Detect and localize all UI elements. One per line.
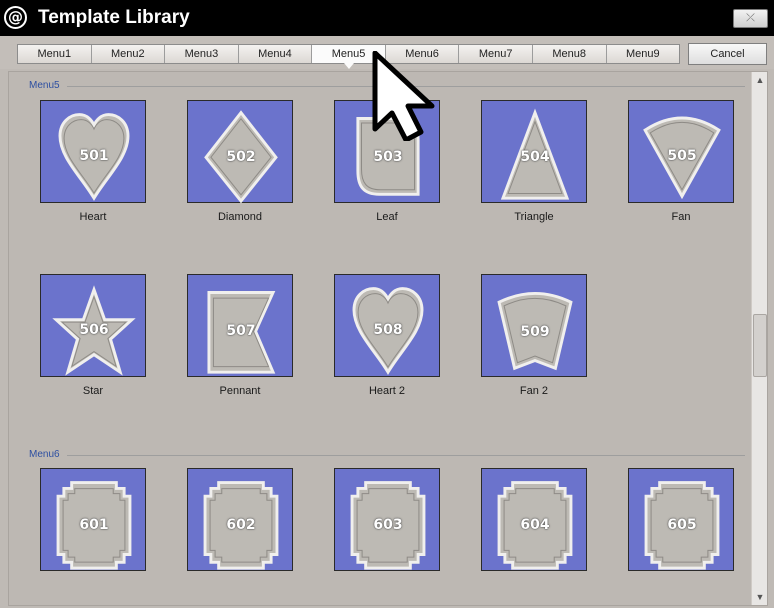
template-card-601[interactable]: 601 [40, 468, 146, 571]
template-number: 507 [226, 323, 256, 339]
template-card-505[interactable]: 505 [628, 100, 734, 203]
template-card-502[interactable]: 502 [187, 100, 293, 204]
template-card-507[interactable]: 507 [187, 274, 293, 377]
section-divider [67, 455, 745, 456]
tab-menu7[interactable]: Menu7 [459, 45, 533, 63]
template-card-604[interactable]: 604 [481, 468, 587, 571]
template-label: Fan [671, 211, 691, 223]
mouse-cursor-icon [372, 51, 435, 141]
template-number: 602 [226, 517, 256, 533]
template-number: 605 [667, 517, 697, 533]
template-number: 601 [79, 517, 109, 533]
scroll-down-arrow-icon[interactable]: ▼ [752, 589, 767, 605]
template-number: 505 [667, 148, 697, 164]
section-header: Menu6 [29, 449, 60, 460]
template-label: Triangle [514, 211, 554, 223]
template-card-602[interactable]: 602 [187, 468, 293, 571]
template-card-508[interactable]: 508 [334, 274, 440, 377]
tab-menu8[interactable]: Menu8 [532, 45, 607, 63]
template-card-501[interactable]: 501 [40, 100, 146, 203]
template-card-605[interactable]: 605 [628, 468, 734, 571]
cancel-button[interactable]: Cancel [688, 43, 767, 65]
template-label: Heart [79, 211, 107, 223]
template-card-603[interactable]: 603 [334, 468, 440, 571]
close-button[interactable]: ⤫ [733, 9, 768, 28]
template-number: 504 [520, 149, 550, 165]
tab-menu3[interactable]: Menu3 [165, 45, 239, 63]
template-label: Pennant [219, 385, 261, 397]
tab-menu9[interactable]: Menu9 [606, 45, 680, 63]
template-number: 508 [373, 322, 403, 338]
tab-menu1[interactable]: Menu1 [18, 45, 92, 63]
scroll-thumb[interactable] [753, 314, 767, 377]
app-logo-icon: @ [4, 6, 27, 29]
template-number: 509 [520, 324, 550, 340]
menu-tabs: Menu1 Menu2 Menu3 Menu4 Menu5 Menu6 Menu7 Menu8… [17, 44, 680, 69]
template-label: Fan 2 [519, 385, 549, 397]
template-number: 501 [79, 148, 109, 164]
template-number: 603 [373, 517, 403, 533]
template-number: 604 [520, 517, 550, 533]
window-title: Template Library [38, 7, 190, 28]
close-icon: ⤫ [746, 12, 755, 24]
template-grid: ▲ ▼ Menu5 501 Heart 502 Diamond 503 Leaf 504 Tri… [8, 71, 768, 606]
template-label: Heart 2 [368, 385, 406, 397]
template-label: Leaf [376, 211, 398, 223]
tab-menu4[interactable]: Menu4 [238, 45, 313, 63]
template-card-509[interactable]: 509 [481, 274, 587, 377]
template-label: Star [82, 385, 104, 397]
template-card-506[interactable]: 506 [40, 274, 146, 377]
template-label: Diamond [217, 211, 263, 223]
template-number: 503 [373, 149, 403, 165]
template-card-504[interactable]: 504 [481, 100, 587, 203]
tab-menu2[interactable]: Menu2 [91, 45, 166, 63]
vertical-scrollbar[interactable]: ▲ ▼ [751, 72, 767, 605]
section-header: Menu5 [29, 80, 60, 91]
title-bar: @ Template Library ⤫ [0, 0, 774, 36]
template-number: 502 [226, 149, 256, 165]
template-number: 506 [79, 322, 109, 338]
scroll-up-arrow-icon[interactable]: ▲ [752, 72, 767, 88]
